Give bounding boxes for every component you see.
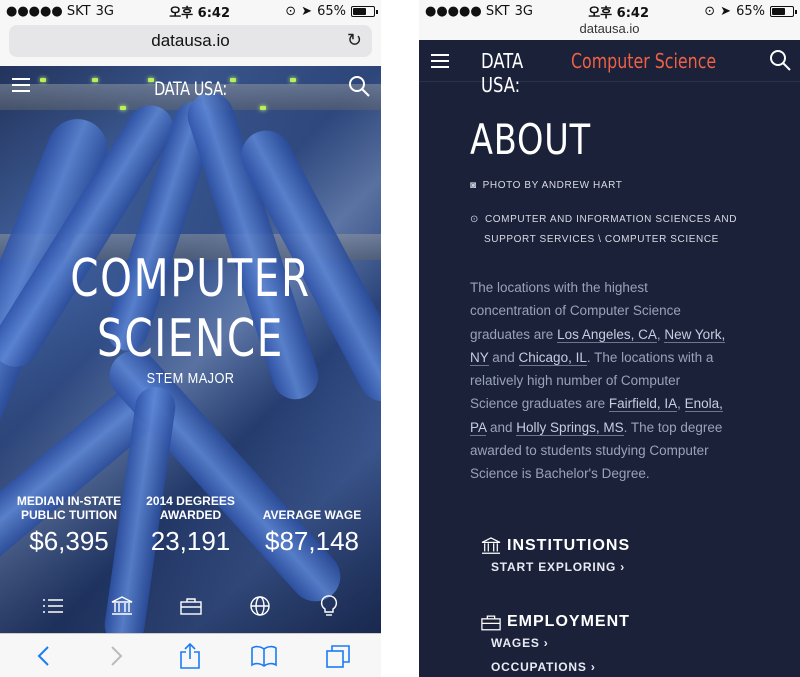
- forward-icon[interactable]: [101, 641, 133, 671]
- brand-text: DATA USA:: [481, 49, 524, 97]
- reload-icon[interactable]: ↻: [347, 30, 362, 51]
- institution-icon: [481, 537, 501, 554]
- list-icon[interactable]: [39, 594, 67, 618]
- section-nav: [0, 594, 381, 618]
- battery-icon: [350, 5, 378, 17]
- menu-icon[interactable]: [431, 54, 449, 68]
- stat-degrees: 2014 DEGREES AWARDED 23,191: [136, 478, 246, 557]
- battery-fill: [352, 7, 366, 15]
- stat-label: 2014 DEGREES AWARDED: [146, 494, 235, 522]
- path-line-2: SUPPORT SERVICES \ COMPUTER SCIENCE: [484, 234, 719, 245]
- bookmarks-icon[interactable]: [248, 641, 280, 671]
- battery-percent: 65%: [317, 3, 346, 19]
- section-employment: EMPLOYMENT WAGES › OCCUPATIONS ›: [481, 613, 630, 674]
- battery-fill: [771, 7, 785, 15]
- location-link-los-angeles[interactable]: Los Angeles, CA: [557, 326, 657, 343]
- location-link-holly-springs[interactable]: Holly Springs, MS: [516, 419, 624, 436]
- stat-label: MEDIAN IN-STATE PUBLIC TUITION: [16, 494, 122, 522]
- clock: 오후 6:42: [169, 5, 230, 21]
- stats-row: MEDIAN IN-STATE PUBLIC TUITION $6,395 20…: [0, 478, 381, 557]
- lightbulb-icon[interactable]: [315, 594, 343, 618]
- compact-address-bar[interactable]: datausa.io: [419, 22, 800, 40]
- about-text: and: [488, 349, 519, 365]
- path-line-1: COMPUTER AND INFORMATION SCIENCES AND: [484, 214, 738, 225]
- title-line-2: SCIENCE: [97, 309, 284, 369]
- site-header: DATA USA: Computer Science: [419, 40, 800, 97]
- right-phone-screen: ●●●●● SKT 3G 오후 6:42 ⊙ ➤ 65% datausa.io …: [419, 0, 800, 677]
- site-logo[interactable]: DATA USA:: [29, 78, 353, 100]
- location-link-chicago[interactable]: Chicago, IL: [518, 349, 587, 366]
- globe-icon[interactable]: [246, 594, 274, 618]
- clock: 오후 6:42: [588, 5, 649, 21]
- carrier-label: ●●●●● SKT: [425, 3, 510, 19]
- occupations-link[interactable]: OCCUPATIONS ›: [491, 660, 630, 674]
- title-line-1: COMPUTER: [70, 249, 311, 309]
- tabs-icon[interactable]: [322, 641, 354, 671]
- briefcase-icon[interactable]: [177, 594, 205, 618]
- location-icon: ➤: [720, 3, 732, 19]
- photo-credit-text: PHOTO BY ANDREW HART: [482, 180, 623, 191]
- share-icon[interactable]: [174, 641, 206, 671]
- section-heading: EMPLOYMENT: [507, 613, 630, 630]
- section-institutions: INSTITUTIONS START EXPLORING ›: [481, 537, 630, 574]
- network-label: 3G: [514, 3, 533, 19]
- wages-link[interactable]: WAGES ›: [491, 636, 630, 650]
- menu-icon[interactable]: [12, 78, 30, 92]
- rotation-lock-icon: ⊙: [285, 3, 297, 19]
- stat-tuition: MEDIAN IN-STATE PUBLIC TUITION $6,395: [14, 478, 124, 557]
- battery-percent: 65%: [736, 3, 765, 19]
- page-subtitle: STEM MAJOR: [146, 370, 235, 387]
- site-logo[interactable]: DATA USA: Computer Science: [481, 49, 736, 97]
- search-icon[interactable]: [347, 74, 371, 98]
- carrier-label: ●●●●● SKT: [6, 3, 91, 19]
- institution-icon[interactable]: [108, 594, 136, 618]
- stat-value: $6,395: [29, 526, 109, 556]
- about-paragraph: The locations with the highest concentra…: [470, 276, 728, 486]
- briefcase-icon: [481, 615, 501, 630]
- network-label: 3G: [95, 3, 114, 19]
- search-icon[interactable]: [768, 48, 792, 72]
- topic-text: Computer Science: [571, 49, 717, 73]
- page-title: COMPUTER SCIENCE: [42, 249, 339, 369]
- start-exploring-link[interactable]: START EXPLORING ›: [491, 560, 630, 574]
- stat-value: 23,191: [150, 526, 231, 556]
- camera-icon: ◙: [470, 180, 477, 191]
- status-bar: ●●●●● SKT 3G 오후 6:42 ⊙ ➤ 65%: [0, 0, 381, 22]
- target-icon: ⊙: [470, 214, 479, 225]
- hero-image: DATA USA: COMPUTER SCIENCE STEM MAJOR ME…: [0, 66, 381, 633]
- location-icon: ➤: [301, 3, 313, 19]
- back-icon[interactable]: [27, 641, 59, 671]
- address-bar[interactable]: datausa.io ↻: [9, 25, 372, 57]
- left-phone-screen: ●●●●● SKT 3G 오후 6:42 ⊙ ➤ 65% datausa.io …: [0, 0, 381, 677]
- category-path[interactable]: ⊙ COMPUTER AND INFORMATION SCIENCES AND S…: [470, 210, 737, 250]
- section-heading: INSTITUTIONS: [507, 537, 631, 554]
- location-link-fairfield[interactable]: Fairfield, IA: [608, 396, 678, 413]
- stat-wage: AVERAGE WAGE $87,148: [257, 478, 367, 557]
- battery-icon: [769, 5, 797, 17]
- rotation-lock-icon: ⊙: [704, 3, 716, 19]
- stat-value: $87,148: [265, 526, 359, 556]
- address-text: datausa.io: [151, 31, 230, 50]
- photo-credit[interactable]: ◙ PHOTO BY ANDREW HART: [470, 180, 622, 191]
- section-title: ABOUT: [470, 115, 592, 164]
- about-text: and: [486, 419, 517, 435]
- about-text: ,: [677, 396, 685, 412]
- status-bar: ●●●●● SKT 3G 오후 6:42 ⊙ ➤ 65%: [419, 0, 800, 22]
- stat-label: AVERAGE WAGE: [262, 508, 362, 522]
- browser-toolbar: [0, 633, 381, 677]
